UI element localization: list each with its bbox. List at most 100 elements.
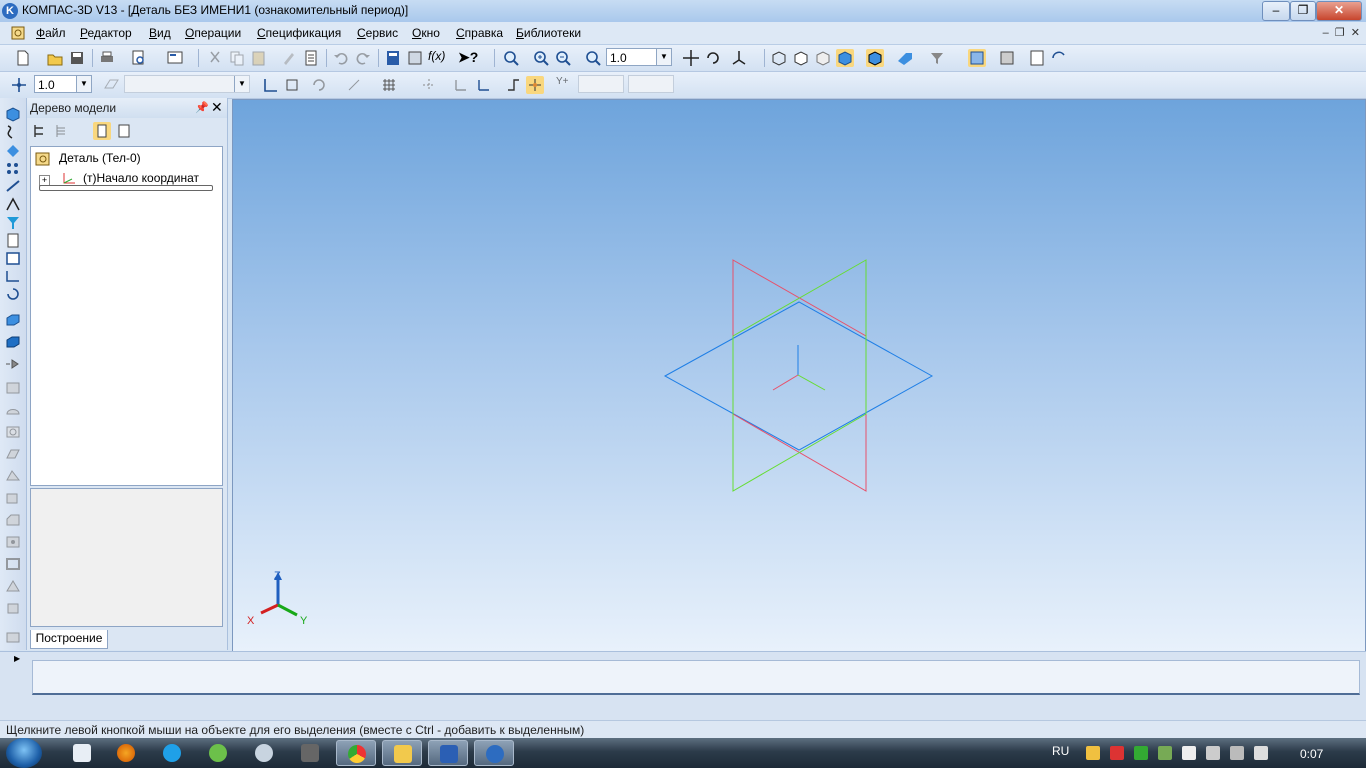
tree-relations-icon[interactable]: [115, 122, 133, 140]
hole-icon[interactable]: [4, 534, 22, 550]
tree-horizontal-scrollbar[interactable]: [39, 185, 213, 191]
filters-icon[interactable]: [4, 214, 22, 230]
report-icon[interactable]: [302, 49, 320, 67]
orient-normal-icon[interactable]: [346, 76, 364, 94]
cut-revolve-icon[interactable]: [4, 424, 22, 440]
surfaces-icon[interactable]: [4, 142, 22, 158]
format-painter-icon[interactable]: [280, 49, 298, 67]
tree-structure-icon[interactable]: [31, 122, 49, 140]
zoom-out-icon[interactable]: [554, 49, 572, 67]
cut-icon[interactable]: [206, 49, 224, 67]
menu-operations[interactable]: Операции: [185, 26, 241, 40]
orthogonal-icon[interactable]: [504, 76, 522, 94]
zoom-in-icon[interactable]: [532, 49, 550, 67]
plane-icon[interactable]: [102, 76, 120, 94]
tree-visibility-icon[interactable]: [968, 49, 986, 67]
arrays-icon[interactable]: [4, 160, 22, 176]
menu-editor[interactable]: Редактор: [80, 26, 132, 40]
grid-snap-icon[interactable]: [10, 76, 28, 94]
diagnostics-icon[interactable]: [4, 286, 22, 302]
taskbar-kompas[interactable]: [474, 740, 514, 766]
power-icon[interactable]: [1254, 746, 1268, 760]
spec-icon[interactable]: [1028, 49, 1046, 67]
taskbar-utorrent[interactable]: [198, 740, 238, 766]
volume-icon[interactable]: [1206, 746, 1220, 760]
shaded-edges-icon[interactable]: [866, 49, 884, 67]
snap-icon[interactable]: [420, 76, 438, 94]
open-folder-icon[interactable]: [46, 49, 64, 67]
tray-clock[interactable]: 0:07: [1300, 747, 1323, 761]
tree-view-icon[interactable]: [93, 122, 111, 140]
pan-icon[interactable]: [682, 49, 700, 67]
rib-icon[interactable]: [4, 578, 22, 594]
coord-x-field[interactable]: [578, 75, 624, 93]
expand-arrow-icon[interactable]: ▶: [14, 654, 20, 663]
step-value-select[interactable]: 1.0 ▼: [34, 75, 92, 93]
revolve-icon[interactable]: [4, 334, 22, 350]
extrude-icon[interactable]: [4, 312, 22, 328]
print-preview-icon[interactable]: [130, 49, 148, 67]
zoom-window-icon[interactable]: [502, 49, 520, 67]
perspective-icon[interactable]: [896, 49, 914, 67]
zoom-scale-select[interactable]: 1.0 ▼: [606, 48, 672, 66]
menu-help[interactable]: Справка: [456, 26, 503, 40]
taskbar-app-k[interactable]: [244, 740, 284, 766]
local-cs-icon[interactable]: [452, 76, 470, 94]
menu-service[interactable]: Сервис: [357, 26, 398, 40]
filter-icon[interactable]: [928, 49, 946, 67]
spatial-curves-icon[interactable]: [4, 124, 22, 140]
redo-icon[interactable]: [354, 49, 372, 67]
measure-icon[interactable]: [4, 268, 22, 284]
shaded-icon[interactable]: [836, 49, 854, 67]
hidden-lines-icon[interactable]: [792, 49, 810, 67]
draft-icon[interactable]: [4, 600, 22, 616]
hidden-thin-icon[interactable]: [814, 49, 832, 67]
coordinates-icon[interactable]: Y+: [556, 76, 574, 94]
properties-icon[interactable]: [166, 49, 184, 67]
cut-extrude-icon[interactable]: [4, 402, 22, 418]
section-icon[interactable]: [4, 628, 22, 644]
taskbar-show-desktop[interactable]: [62, 740, 102, 766]
shell-icon[interactable]: [4, 556, 22, 572]
minimize-button[interactable]: –: [1262, 1, 1290, 21]
xy-plane[interactable]: [663, 301, 934, 451]
taskbar-game[interactable]: [290, 740, 330, 766]
taskbar-explorer[interactable]: [382, 740, 422, 766]
close-tree-icon[interactable]: ✕: [211, 99, 223, 116]
zoom-scale-icon[interactable]: [584, 49, 602, 67]
editing-panel-icon[interactable]: [4, 106, 22, 122]
chevron-down-icon[interactable]: ▼: [234, 76, 249, 92]
sketch-3d-icon[interactable]: [284, 76, 302, 94]
cut-kinematic-icon[interactable]: [4, 446, 22, 462]
menu-window[interactable]: Окно: [412, 26, 440, 40]
grid-icon[interactable]: [380, 76, 398, 94]
print-icon[interactable]: [98, 49, 116, 67]
tree-origin-item[interactable]: (т)Начало координат: [83, 171, 199, 185]
context-help-icon[interactable]: ➤?: [458, 49, 478, 67]
flag-icon[interactable]: [1182, 746, 1196, 760]
coord-y-field[interactable]: [628, 75, 674, 93]
reports-icon[interactable]: [4, 250, 22, 266]
loft-icon[interactable]: [4, 380, 22, 396]
sketch-icon[interactable]: [262, 76, 280, 94]
property-field[interactable]: [32, 660, 1360, 695]
model-viewport[interactable]: Z X Y: [232, 99, 1366, 652]
tray-antivirus-icon[interactable]: [1110, 746, 1124, 760]
dimensions-icon[interactable]: [4, 196, 22, 212]
undo-icon[interactable]: [332, 49, 350, 67]
layer-select[interactable]: ▼: [124, 75, 250, 93]
maximize-button[interactable]: ❐: [1290, 1, 1316, 21]
save-icon[interactable]: [68, 49, 86, 67]
menu-file[interactable]: Файл: [36, 26, 66, 40]
wireframe-icon[interactable]: [770, 49, 788, 67]
tree-root-item[interactable]: Деталь (Тел-0): [59, 151, 141, 165]
start-button[interactable]: [6, 738, 42, 768]
manager-icon[interactable]: [384, 49, 402, 67]
kinematic-icon[interactable]: [4, 356, 22, 372]
taskbar-firefox[interactable]: [106, 740, 146, 766]
tray-app-icon[interactable]: [1086, 746, 1100, 760]
fillet-icon[interactable]: [4, 490, 22, 506]
aux-geometry-icon[interactable]: [4, 178, 22, 194]
document-icon[interactable]: [10, 25, 26, 41]
new-document-icon[interactable]: [14, 49, 32, 67]
